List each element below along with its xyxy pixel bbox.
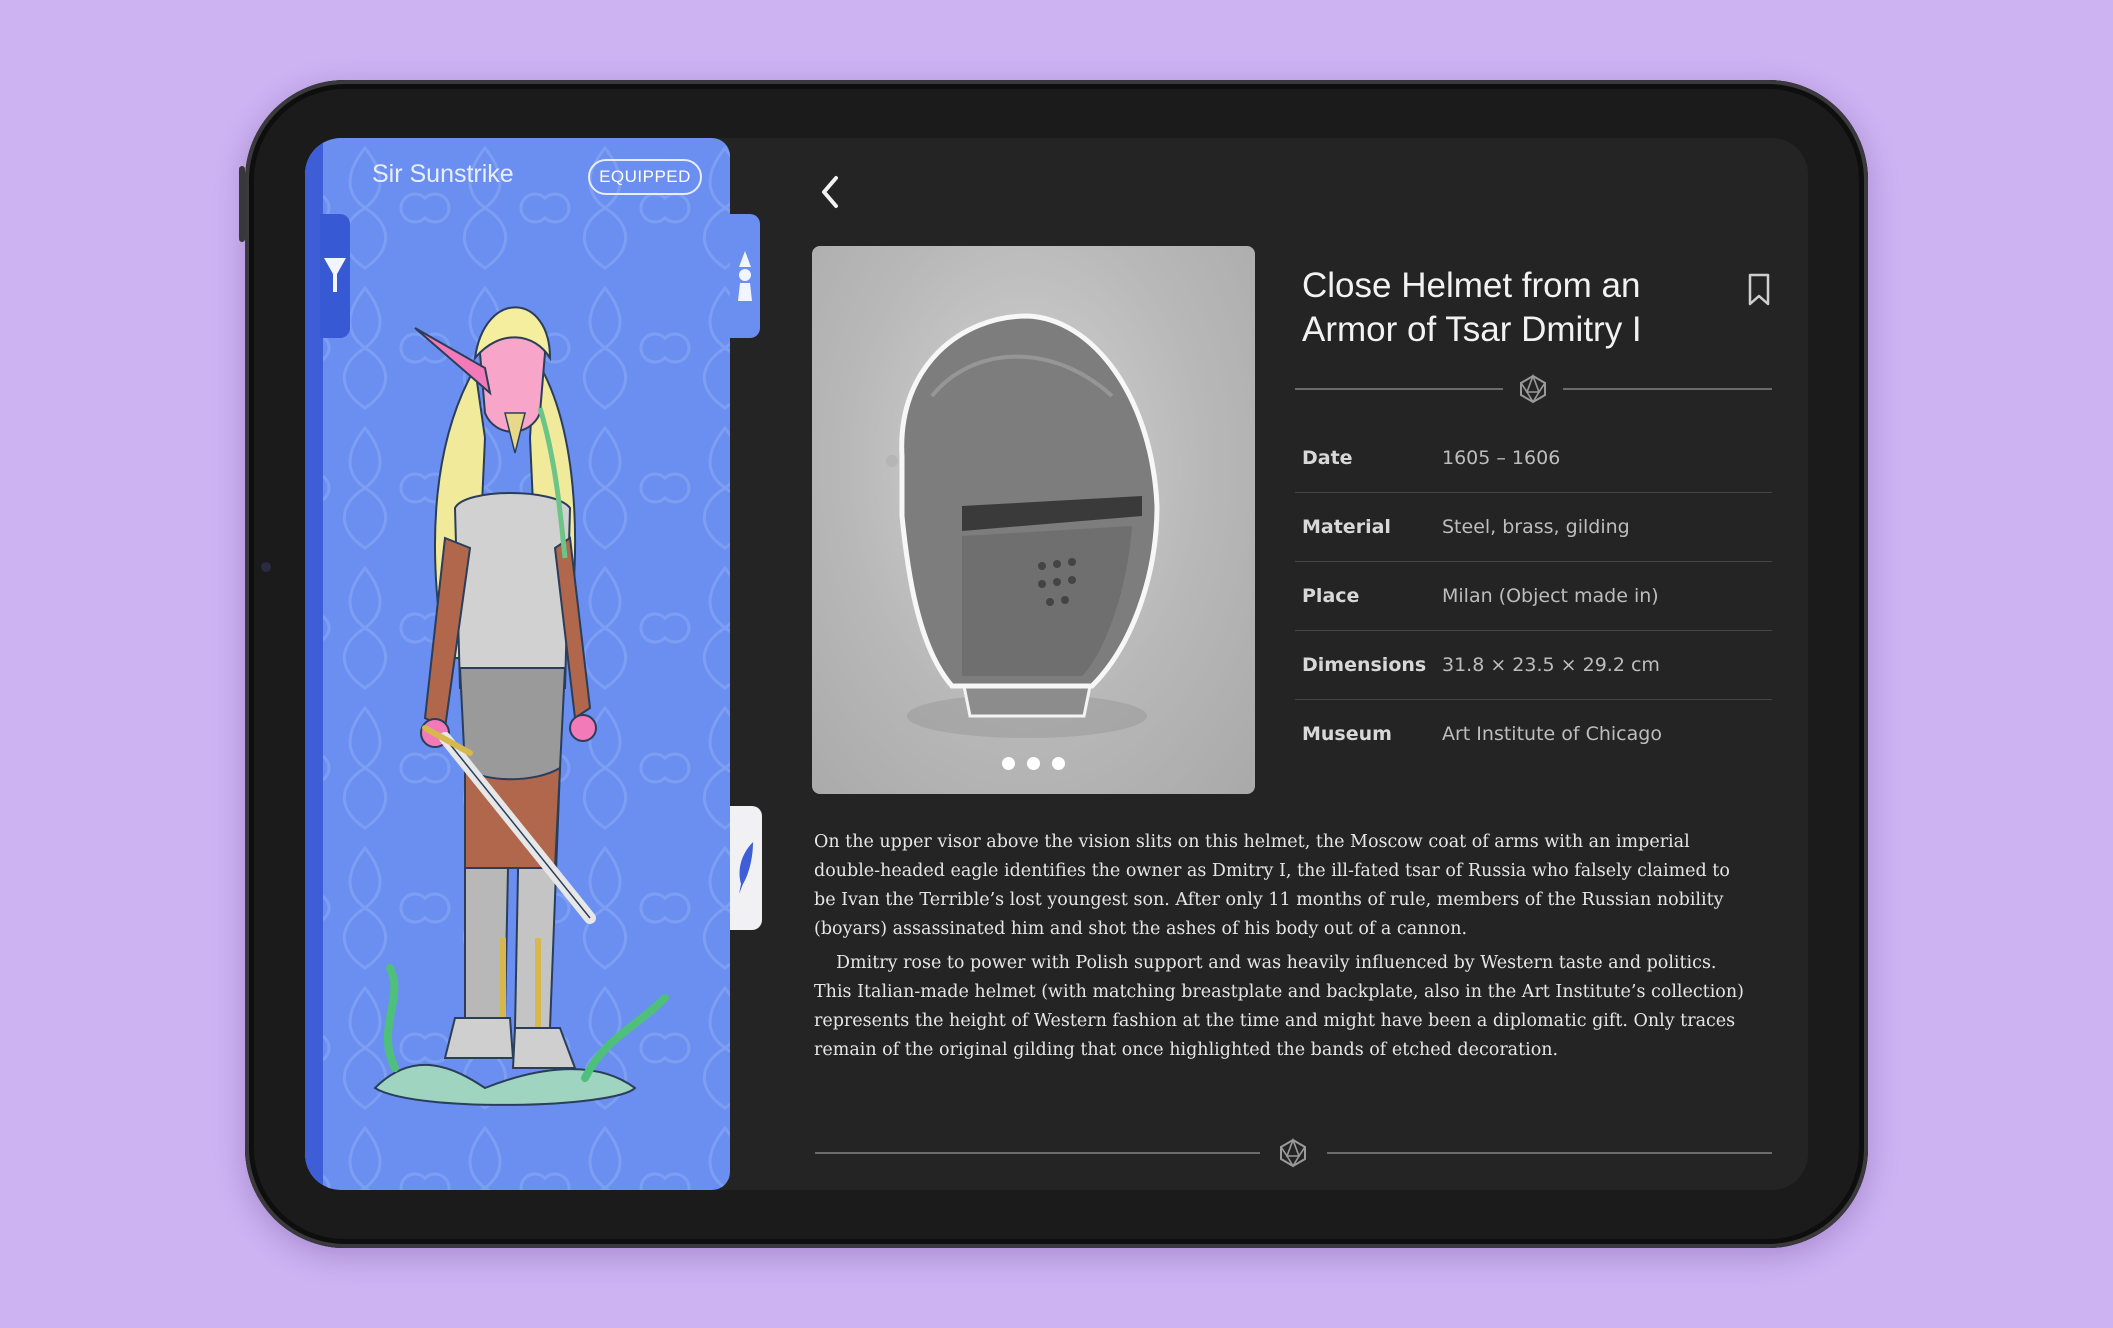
artifact-photo-carousel[interactable] [812, 246, 1255, 794]
pawn-icon [738, 251, 752, 301]
detail-row-place: Place Milan (Object made in) [1295, 562, 1772, 631]
detail-label: Material [1302, 516, 1391, 538]
detail-value: 1605 – 1606 [1442, 447, 1561, 469]
detail-label: Date [1302, 447, 1353, 469]
detail-value: Milan (Object made in) [1442, 585, 1659, 607]
artifact-description: On the upper visor above the vision slit… [814, 828, 1754, 1065]
detail-row-dimensions: Dimensions 31.8 × 23.5 × 29.2 cm [1295, 631, 1772, 700]
goblet-icon [324, 258, 346, 292]
carousel-dot[interactable] [1027, 757, 1040, 770]
tab-pawn[interactable] [730, 214, 760, 338]
section-divider [815, 1138, 1772, 1168]
artifact-title: Close Helmet from an Armor of Tsar Dmitr… [1302, 266, 1642, 349]
description-paragraph: Dmitry rose to power with Polish support… [814, 953, 1744, 1060]
tab-goblet[interactable] [320, 214, 350, 338]
detail-row-museum: Museum Art Institute of Chicago [1295, 700, 1772, 768]
section-divider [1295, 374, 1772, 404]
detail-row-material: Material Steel, brass, gilding [1295, 493, 1772, 562]
chevron-left-icon [822, 176, 838, 208]
detail-value: 31.8 × 23.5 × 29.2 cm [1442, 654, 1660, 676]
detail-value: Steel, brass, gilding [1442, 516, 1630, 538]
character-name: Sir Sunstrike [372, 160, 514, 188]
camera-lens [261, 562, 271, 572]
detail-row-date: Date 1605 – 1606 [1295, 424, 1772, 493]
bookmark-button[interactable] [1747, 273, 1771, 311]
tablet-device: Sir Sunstrike EQUIPPED Close Helmet from… [239, 80, 1868, 1248]
back-button[interactable] [808, 170, 852, 214]
character-card[interactable]: Sir Sunstrike EQUIPPED [305, 138, 730, 1190]
description-paragraph: On the upper visor above the vision slit… [814, 832, 1730, 939]
artifact-details-table: Date 1605 – 1606 Material Steel, brass, … [1295, 424, 1772, 768]
power-button [239, 166, 245, 242]
elf-knight-illustration [373, 306, 669, 1106]
carousel-dots[interactable] [812, 757, 1255, 770]
bookmark-icon [1748, 273, 1770, 306]
carousel-dot[interactable] [1002, 757, 1015, 770]
equipped-badge[interactable]: EQUIPPED [588, 159, 702, 195]
quill-icon [739, 842, 753, 894]
carousel-dot[interactable] [1052, 757, 1065, 770]
detail-value: Art Institute of Chicago [1442, 723, 1662, 745]
app-screen: Sir Sunstrike EQUIPPED Close Helmet from… [305, 138, 1808, 1190]
detail-label: Place [1302, 585, 1360, 607]
d20-emblem-icon [1520, 374, 1546, 404]
d20-emblem-icon [1280, 1138, 1306, 1168]
detail-label: Dimensions [1302, 654, 1427, 676]
helmet-photo [886, 313, 1160, 738]
tab-quill[interactable] [730, 806, 762, 930]
detail-label: Museum [1302, 723, 1392, 745]
